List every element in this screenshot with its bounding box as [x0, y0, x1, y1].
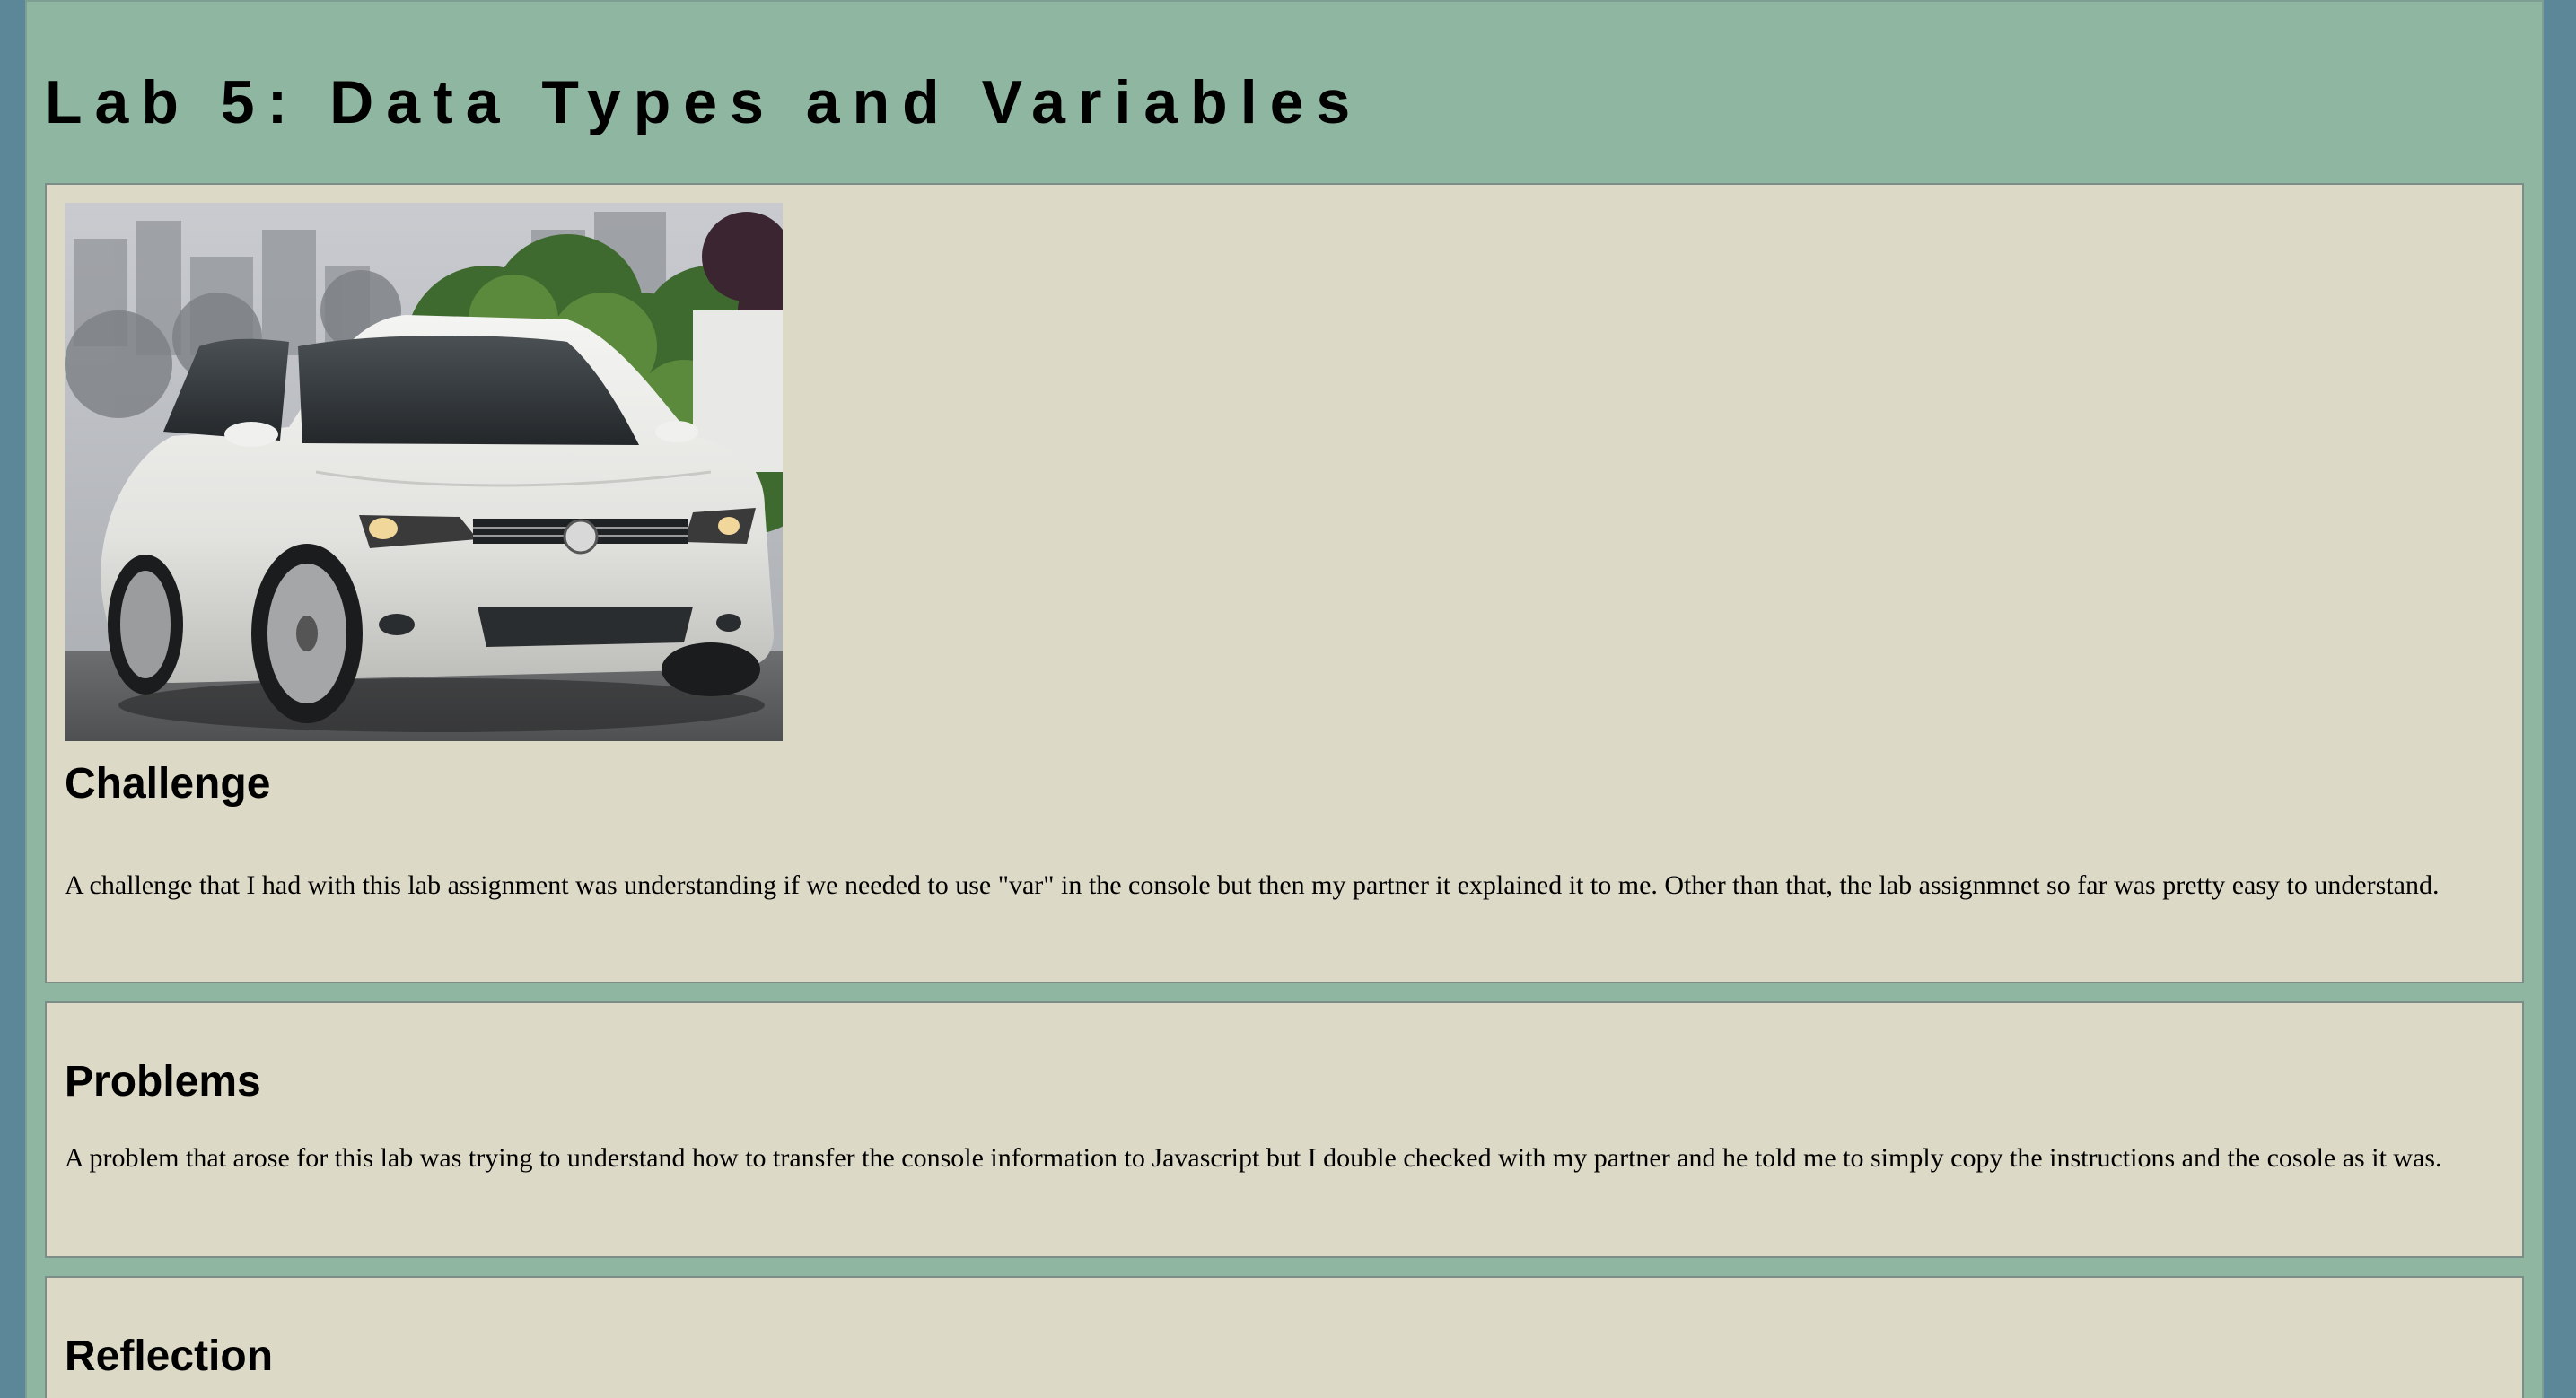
challenge-section: Challenge A challenge that I had with th…	[45, 183, 2524, 983]
problems-heading: Problems	[65, 1058, 261, 1105]
car-photo	[65, 203, 783, 741]
reflection-section: Reflection	[45, 1276, 2524, 1398]
page-container: Lab 5: Data Types and Variables Challeng…	[25, 0, 2544, 1398]
problems-text: A problem that arose for this lab was tr…	[65, 1143, 2442, 1173]
reflection-heading: Reflection	[65, 1332, 274, 1380]
challenge-text: A challenge that I had with this lab ass…	[65, 870, 2440, 900]
page-title: Lab 5: Data Types and Variables	[45, 68, 1363, 136]
problems-section: Problems A problem that arose for this l…	[45, 1001, 2524, 1258]
challenge-heading: Challenge	[65, 760, 271, 808]
